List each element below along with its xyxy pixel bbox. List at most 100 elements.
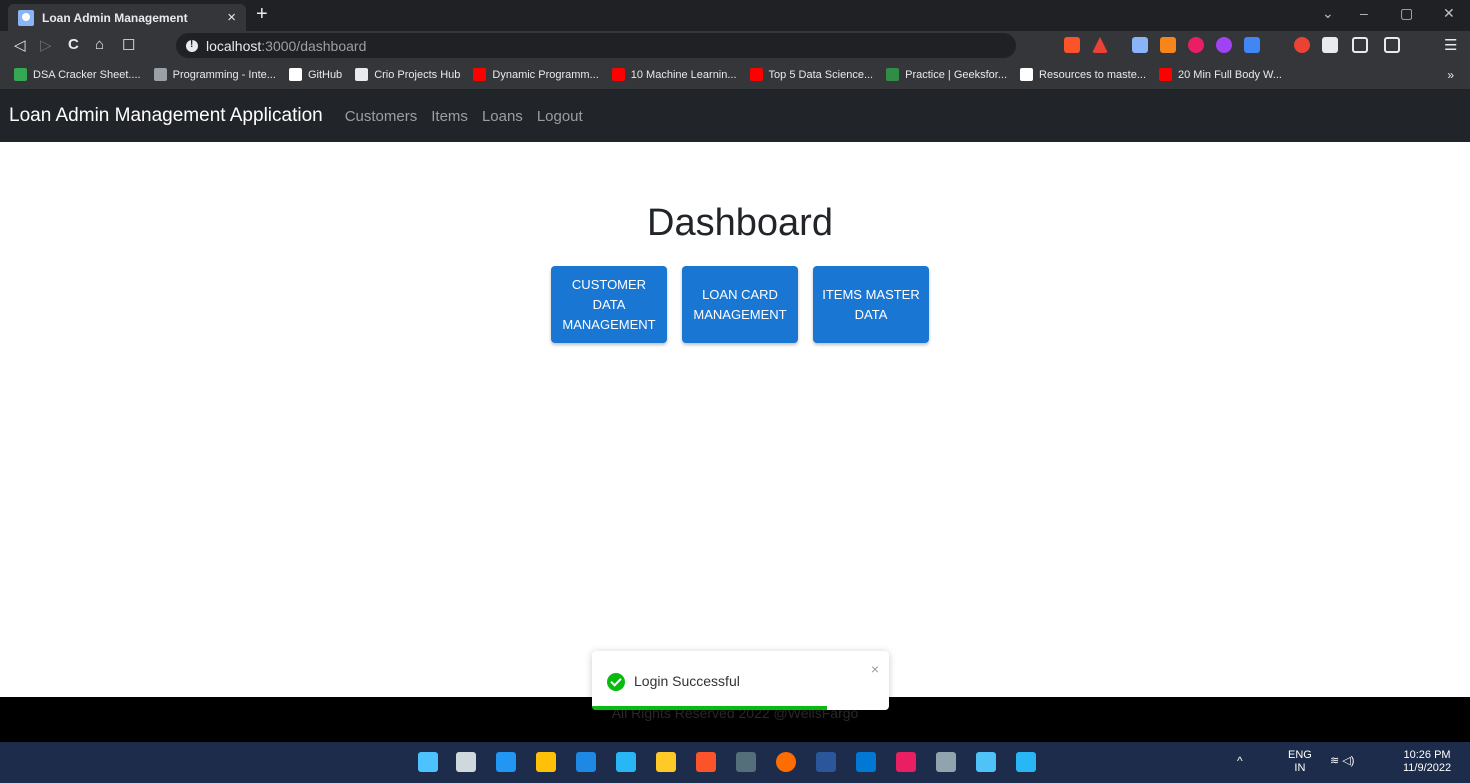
youtube-icon [749, 68, 763, 81]
bookmark-label: Dynamic Programm... [492, 68, 599, 81]
todo-icon[interactable] [576, 752, 596, 772]
customer-data-management-button[interactable]: CUSTOMER DATA MANAGEMENT [551, 266, 667, 343]
youtube-icon [611, 68, 625, 81]
widgets-icon[interactable] [496, 752, 516, 772]
url-host: localhost [206, 37, 262, 54]
bookmark-item[interactable]: Crio Projects Hub [355, 68, 460, 81]
brave-rewards-icon[interactable] [1092, 37, 1108, 53]
nav-link-items[interactable]: Items [431, 108, 468, 125]
extension-icon[interactable] [1132, 37, 1148, 53]
app-brand[interactable]: Loan Admin Management Application [9, 105, 323, 127]
bookmark-item[interactable]: Programming - Inte... [153, 68, 276, 81]
extension-icon[interactable] [1216, 37, 1232, 53]
windows-start-icon[interactable] [418, 752, 438, 772]
clock[interactable]: 10:26 PM 11/9/2022 [1403, 749, 1451, 775]
tray-chevron-icon[interactable]: ^ [1237, 755, 1243, 768]
youtube-icon [473, 68, 487, 81]
extension-icon[interactable] [1188, 37, 1204, 53]
nav-link-logout[interactable]: Logout [537, 108, 583, 125]
nav-link-customers[interactable]: Customers [345, 108, 418, 125]
bookmark-item[interactable]: Resources to maste... [1020, 68, 1146, 81]
bookmark-label: Programming - Inte... [172, 68, 276, 81]
language-indicator[interactable]: ENG IN [1288, 749, 1312, 775]
address-bar[interactable]: localhost :3000/dashboard [176, 33, 1016, 58]
toast-notification[interactable]: Login Successful × [592, 651, 889, 710]
task-view-icon[interactable] [456, 752, 476, 772]
bookmarks-bar: DSA Cracker Sheet.... Programming - Inte.… [0, 60, 1470, 90]
success-check-icon [607, 673, 625, 691]
windows-taskbar: ^ ENG IN ≋ ◁) 10:26 PM 11/9/2022 [0, 742, 1470, 783]
bookmark-item[interactable]: GitHub [288, 68, 343, 81]
tab-close-icon[interactable]: × [227, 9, 236, 26]
url-path: :3000/dashboard [261, 37, 367, 54]
file-explorer-icon[interactable] [656, 752, 676, 772]
browser-tab[interactable]: Loan Admin Management × [8, 4, 246, 31]
brave-browser-icon[interactable] [696, 752, 716, 772]
postman-icon[interactable] [776, 752, 796, 772]
menu-icon[interactable]: ☰ [1444, 36, 1457, 54]
photos-icon[interactable] [1016, 752, 1036, 772]
clock-date: 11/9/2022 [1403, 762, 1452, 774]
bookmark-label: Top 5 Data Science... [768, 68, 874, 81]
terminal-icon[interactable] [736, 752, 756, 772]
network-volume-icon[interactable]: ≋ ◁) [1330, 755, 1354, 768]
toast-close-icon[interactable]: × [871, 661, 879, 677]
items-master-data-button[interactable]: ITEMS MASTER DATA [813, 266, 929, 343]
medium-icon [1020, 68, 1034, 81]
bookmark-label: DSA Cracker Sheet.... [33, 68, 141, 81]
extension-icon[interactable] [1244, 37, 1260, 53]
database-icon[interactable] [976, 752, 996, 772]
favicon-icon [18, 9, 34, 26]
home-button[interactable]: ⌂ [95, 36, 104, 53]
tab-title: Loan Admin Management [42, 10, 188, 25]
tab-search-icon[interactable]: ⌄ [1322, 5, 1334, 22]
toast-message: Login Successful [634, 673, 740, 689]
page-title: Dashboard [647, 202, 833, 244]
reload-button[interactable]: C [68, 36, 79, 53]
bookmark-item[interactable]: Top 5 Data Science... [749, 68, 874, 81]
extensions-puzzle-icon[interactable] [1322, 37, 1338, 53]
desktop-icon[interactable] [616, 752, 636, 772]
crio-icon [355, 68, 369, 81]
youtube-icon [1159, 68, 1173, 81]
forward-button[interactable]: ▷ [40, 36, 52, 54]
minimize-button[interactable]: – [1360, 5, 1368, 21]
bookmark-item[interactable]: 20 Min Full Body W... [1159, 68, 1282, 81]
bookmark-item[interactable]: 10 Machine Learnin... [611, 68, 737, 81]
app-navbar: Loan Admin Management Application Custom… [0, 90, 1470, 142]
bookmark-item[interactable]: Dynamic Programm... [473, 68, 599, 81]
extension-icon[interactable] [1294, 37, 1310, 53]
maximize-button[interactable]: ▢ [1400, 5, 1413, 22]
intellij-icon[interactable] [896, 752, 916, 772]
google-drive-icon [14, 68, 27, 81]
language-code: ENG [1288, 749, 1312, 761]
geeksforgeeks-icon [886, 68, 900, 81]
bookmark-label: Resources to maste... [1039, 68, 1147, 81]
browser-toolbar: ◁ ▷ C ⌂ ☐ localhost :3000/dashboard ☰ [0, 31, 1470, 60]
browser-tab-bar: Loan Admin Management × + ⌄ – ▢ ✕ [0, 0, 1470, 31]
bookmark-label: GitHub [307, 68, 343, 81]
close-window-button[interactable]: ✕ [1443, 5, 1455, 22]
brave-shields-icon[interactable] [1064, 37, 1080, 53]
side-panel-icon[interactable] [1352, 37, 1368, 53]
bookmark-label: Crio Projects Hub [374, 68, 461, 81]
mountain-icon [153, 68, 167, 81]
loan-card-management-button[interactable]: LOAN CARD MANAGEMENT [682, 266, 798, 343]
bookmark-item[interactable]: DSA Cracker Sheet.... [14, 68, 141, 81]
bookmark-button[interactable]: ☐ [122, 36, 135, 54]
new-tab-button[interactable]: + [256, 3, 268, 26]
wallet-icon[interactable] [1384, 37, 1400, 53]
sticky-notes-icon[interactable] [536, 752, 556, 772]
bookmark-item[interactable]: Practice | Geeksfor... [886, 68, 1007, 81]
notepad-icon[interactable] [936, 752, 956, 772]
language-region: IN [1294, 762, 1306, 774]
back-button[interactable]: ◁ [14, 36, 26, 54]
bookmark-label: Practice | Geeksfor... [905, 68, 1008, 81]
bookmarks-overflow-button[interactable]: » [1447, 68, 1454, 82]
github-icon [288, 68, 302, 81]
site-info-icon[interactable] [186, 39, 198, 52]
nav-link-loans[interactable]: Loans [482, 108, 523, 125]
metamask-icon[interactable] [1160, 37, 1176, 53]
vscode-icon[interactable] [856, 752, 876, 772]
word-icon[interactable] [816, 752, 836, 772]
